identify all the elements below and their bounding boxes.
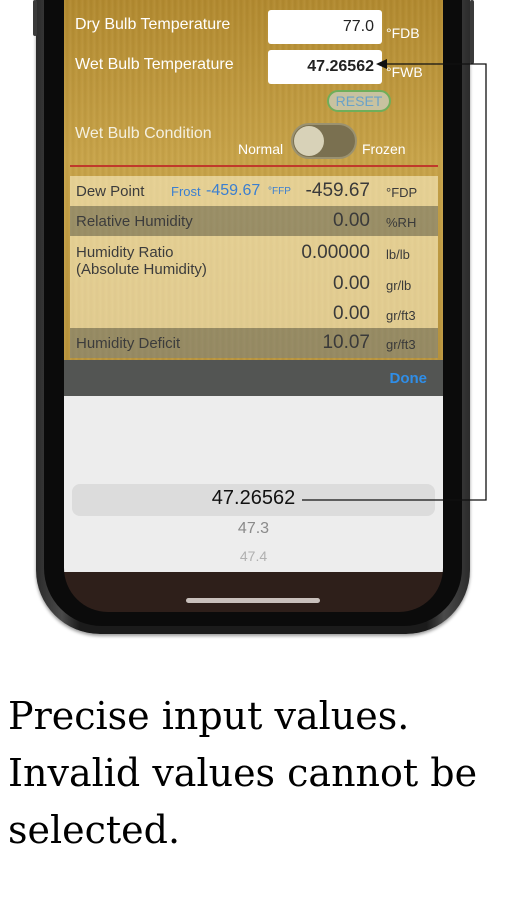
marketing-caption: Precise input values. Invalid values can… [8,688,503,859]
humidity-deficit-unit: gr/ft3 [386,337,416,352]
condition-frozen-label: Frozen [362,141,406,157]
condition-normal-label: Normal [238,141,284,157]
side-button [33,0,37,36]
dew-point-row: Dew Point Frost -459.67 °FFP -459.67 °FD… [70,176,438,206]
reset-button[interactable]: RESET [327,90,391,112]
humidity-deficit-value: 10.07 [322,332,370,353]
psychrometric-app: Dry Bulb Temperature 77.0 °FDB Wet Bulb … [64,0,443,396]
humidity-ratio-grains-per-ft3: 0.00 [333,303,370,324]
wet-bulb-condition-toggle[interactable] [291,123,357,159]
frost-point-unit: °FFP [268,186,291,197]
dry-bulb-unit: °FDB [386,25,420,41]
dew-point-unit: °FDP [386,185,418,200]
phone-screen: Dry Bulb Temperature 77.0 °FDB Wet Bulb … [64,0,443,612]
value-picker[interactable]: 47.26562 47.3 47.4 [64,396,443,572]
humidity-ratio-grains-per-lb-unit: gr/lb [386,278,412,293]
frost-point-value: -459.67 [206,182,261,199]
picker-toolbar: Done [64,360,443,396]
dry-bulb-label: Dry Bulb Temperature [75,16,231,33]
caption-line-2: Invalid values cannot be [8,751,478,795]
humidity-deficit-row: Humidity Deficit 10.07 gr/ft3 [70,328,438,358]
wet-bulb-input[interactable]: 47.26562 [268,50,382,84]
dew-point-label: Dew Point [76,183,145,200]
wet-bulb-condition-label: Wet Bulb Condition [75,125,212,142]
humidity-ratio-row: Humidity Ratio (Absolute Humidity) 0.000… [70,236,438,328]
relative-humidity-row: Relative Humidity 0.00 %RH [70,206,438,236]
humidity-ratio-grains-per-ft3-unit: gr/ft3 [386,308,416,323]
toggle-knob [294,126,324,156]
humidity-deficit-label: Humidity Deficit [76,335,181,352]
home-indicator[interactable] [186,598,320,603]
relative-humidity-value: 0.00 [333,210,370,231]
humidity-ratio-grains-per-lb: 0.00 [333,273,370,294]
power-button [470,0,474,64]
picker-option[interactable]: 47.3 [64,520,443,538]
home-indicator-area [64,572,443,612]
picker-option[interactable]: 47.4 [64,548,443,564]
humidity-ratio-unit: lb/lb [386,247,410,262]
wet-bulb-unit: °FWB [386,64,423,80]
caption-line-1: Precise input values. [8,694,410,738]
relative-humidity-label: Relative Humidity [76,213,193,230]
caption-line-3: selected. [8,808,181,852]
picker-selected-value[interactable]: 47.26562 [64,487,443,510]
frost-label: Frost [171,184,201,199]
section-divider [70,165,438,167]
humidity-ratio-label: Humidity Ratio [76,244,174,261]
humidity-ratio-value: 0.00000 [301,242,370,263]
wet-bulb-label: Wet Bulb Temperature [75,56,234,73]
done-button[interactable]: Done [390,370,428,387]
absolute-humidity-label: (Absolute Humidity) [76,261,207,278]
dry-bulb-input[interactable]: 77.0 [268,10,382,44]
relative-humidity-unit: %RH [386,215,417,230]
dew-point-value: -459.67 [305,180,370,201]
